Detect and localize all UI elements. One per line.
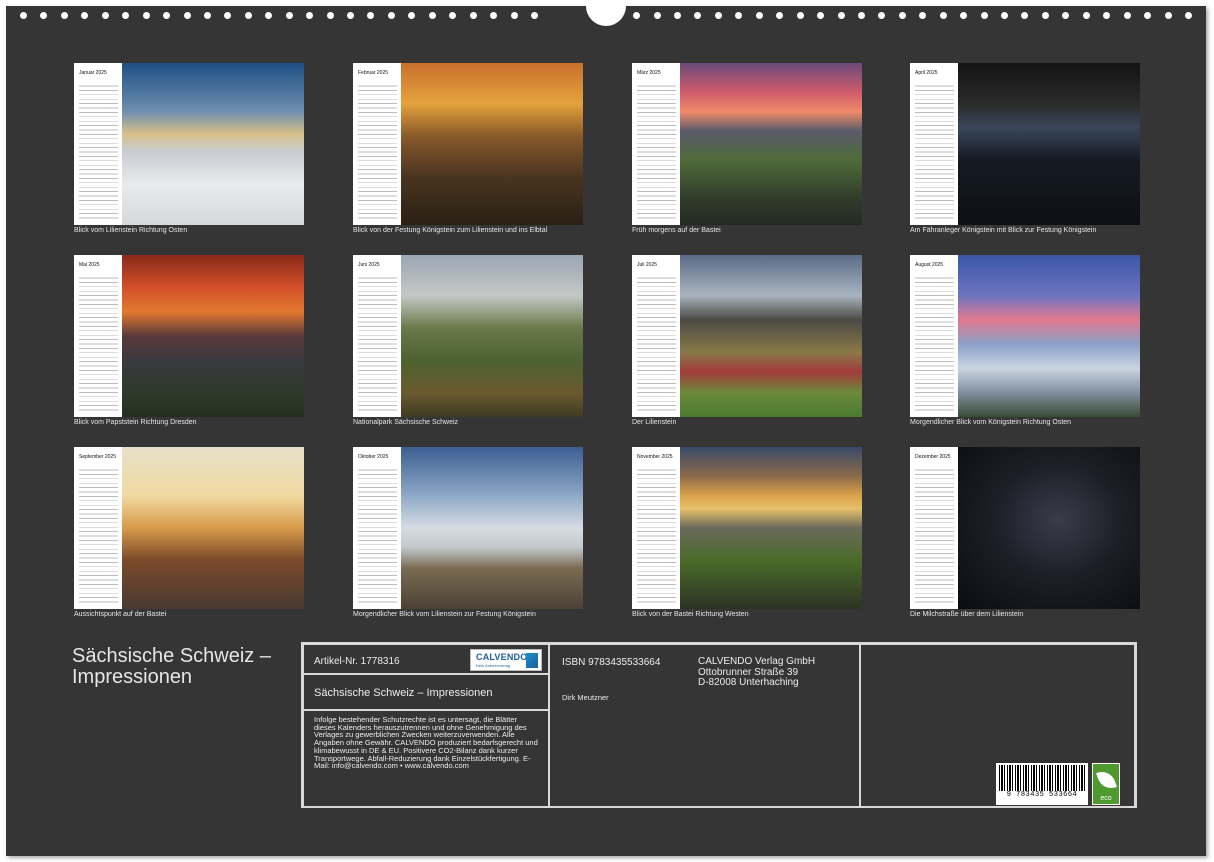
month-caption: Nationalpark Sächsische Schweiz [353,419,459,426]
month-photo [680,447,862,609]
leaf-icon [1096,768,1117,792]
month-name: April 2025 [915,70,938,76]
publisher-address: CALVENDO Verlag GmbH Ottobrunner Straße … [698,656,816,689]
article-number: Artikel-Nr. 1778316 [314,656,400,667]
product-name-cell: Sächsische Schweiz – Impressionen [303,674,549,710]
month-caption: Die Milchstraße über dem Lilienstein [910,611,1024,618]
month-name: Juni 2025 [358,262,380,268]
calendar-grid: Dezember 2025 [910,447,958,609]
calendar-grid: Oktober 2025 [353,447,401,609]
month-photo [401,255,583,417]
month-name: März 2025 [637,70,661,76]
calendar-grid: Juni 2025 [353,255,401,417]
month-photo [122,447,304,609]
month-caption: Am Fähranleger Königstein mit Blick zur … [910,227,1097,234]
barcode: 9 783435 533664 [996,763,1088,805]
calendar-grid: März 2025 [632,63,680,225]
calendar-grid: Juli 2025 [632,255,680,417]
month-photo [122,63,304,225]
article-number-cell: Artikel-Nr. 1778316 CALVENDO Dein Autore… [303,644,549,674]
month-caption: Früh morgens auf der Bastei [632,227,721,234]
month-name: November 2025 [637,454,673,460]
calendar-grid: Januar 2025 [74,63,122,225]
logo-mark-icon [526,653,538,668]
month-name: Mai 2025 [79,262,100,268]
barcode-number: 9 783435 533664 [1006,791,1078,799]
month-photo [680,63,862,225]
author-name: Dirk Meutzner [562,693,609,702]
logo-text: CALVENDO [476,652,528,662]
month-name: Dezember 2025 [915,454,951,460]
month-name: Oktober 2025 [358,454,389,460]
legal-notice-cell: Infolge bestehender Schutzrechte ist es … [303,710,549,808]
month-photo [958,447,1140,609]
month-photo [401,447,583,609]
calendar-back-cover: Januar 2025 Blick vom Lilienstein Richtu… [6,0,1206,856]
publisher-cell: ISBN 9783435533664 CALVENDO Verlag GmbH … [549,644,860,808]
month-name: Februar 2025 [358,70,389,76]
logo-subtext: Dein Autorenverlag [476,663,511,668]
calendar-grid: Mai 2025 [74,255,122,417]
month-name: Juli 2025 [637,262,658,268]
month-caption: Morgendlicher Blick vom Königstein Richt… [910,419,1072,426]
barcode-bars [999,765,1085,791]
publisher-line: CALVENDO Verlag GmbH [698,656,816,667]
month-caption: Blick vom Lilienstein Richtung Osten [74,227,188,234]
month-caption: Blick vom Papststein Richtung Dresden [74,419,197,426]
calendar-grid: November 2025 [632,447,680,609]
calendar-grid: Februar 2025 [353,63,401,225]
hanger-cutout [586,0,626,26]
month-photo [958,63,1140,225]
month-caption: Aussichtspunkt auf der Bastei [74,611,167,618]
calendar-grid: April 2025 [910,63,958,225]
calendar-title: Sächsische Schweiz – Impressionen [72,645,271,688]
legal-notice: Infolge bestehender Schutzrechte ist es … [314,715,538,771]
month-name: September 2025 [79,454,116,460]
publisher-line: D-82008 Unterhaching [698,677,799,688]
month-name: August 2025 [915,262,944,268]
month-caption: Morgendlicher Blick vom Lilienstein zur … [353,611,536,618]
month-photo [122,255,304,417]
eco-badge: eco [1092,763,1120,805]
calendar-grid: September 2025 [74,447,122,609]
month-name: Januar 2025 [79,70,107,76]
month-photo [401,63,583,225]
month-caption: Blick von der Bastei Richtung Westen [632,611,749,618]
isbn: ISBN 9783435533664 [562,657,661,668]
month-photo [680,255,862,417]
month-photo [958,255,1140,417]
month-caption: Blick von der Festung Königstein zum Lil… [353,227,548,234]
product-name: Sächsische Schweiz – Impressionen [314,687,493,699]
calvendo-logo: CALVENDO Dein Autorenverlag [470,649,542,671]
month-caption: Der Lilienstein [632,419,677,426]
calendar-grid: August 2025 [910,255,958,417]
eco-label: eco [1100,795,1112,802]
